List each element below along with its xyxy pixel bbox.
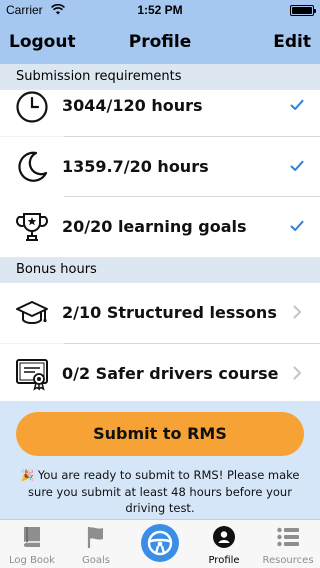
tab-label: Log Book xyxy=(9,555,55,566)
checkmark-icon xyxy=(290,99,304,110)
submission-notice: 🎉 You are ready to submit to RMS! Please… xyxy=(12,467,308,516)
checkmark-icon xyxy=(290,160,304,171)
tab-goals[interactable]: Goals xyxy=(64,520,128,568)
bonus-label: 0/2 Safer drivers course xyxy=(62,364,279,383)
section-header-requirements-overlay: Submission requirements xyxy=(0,64,320,90)
tab-bar: Log Book Goals Profile Resources xyxy=(0,519,320,568)
status-bar: Carrier 1:52 PM xyxy=(0,0,320,20)
requirement-row-learning-goals: 20/20 learning goals xyxy=(0,197,320,257)
tab-label: Profile xyxy=(208,555,240,566)
party-popper-icon: 🎉 xyxy=(20,469,35,482)
tab-drive[interactable] xyxy=(128,520,192,568)
checkmark-icon xyxy=(290,220,304,231)
tab-label: Resources xyxy=(262,555,314,566)
status-time: 1:52 PM xyxy=(137,3,183,17)
notice-text: You are ready to submit to RMS! Please m… xyxy=(28,468,300,515)
bonus-label: 2/10 Structured lessons xyxy=(62,303,277,322)
navigation-bar: Logout Profile Edit xyxy=(0,20,320,64)
moon-icon xyxy=(18,151,48,182)
clock-icon xyxy=(16,91,48,123)
tab-label: Goals xyxy=(82,555,110,566)
section-header-bonus: Bonus hours xyxy=(0,257,320,283)
chevron-right-icon xyxy=(293,366,301,380)
certificate-icon xyxy=(16,359,48,391)
requirement-row-night-hours: 1359.7/20 hours xyxy=(0,137,320,197)
page-title: Profile xyxy=(128,32,192,52)
tab-profile[interactable]: Profile xyxy=(192,520,256,568)
trophy-icon xyxy=(16,213,48,241)
requirement-label: 20/20 learning goals xyxy=(62,217,247,236)
requirement-label: 1359.7/20 hours xyxy=(62,157,209,176)
edit-button[interactable]: Edit xyxy=(273,32,311,52)
list-icon xyxy=(277,527,299,547)
book-icon xyxy=(23,527,40,547)
chevron-right-icon xyxy=(293,305,301,319)
steering-wheel-icon xyxy=(147,530,173,556)
person-icon xyxy=(213,526,235,548)
tab-resources[interactable]: Resources xyxy=(256,520,320,568)
battery-icon xyxy=(290,5,316,16)
bonus-row-safer-drivers[interactable]: 0/2 Safer drivers course xyxy=(0,344,320,401)
submission-footer: Submit to RMS 🎉 You are ready to submit … xyxy=(0,401,320,519)
tab-log-book[interactable]: Log Book xyxy=(0,520,64,568)
flag-icon xyxy=(87,527,103,548)
submit-to-rms-button[interactable]: Submit to RMS xyxy=(16,412,304,456)
bonus-row-structured-lessons[interactable]: 2/10 Structured lessons xyxy=(0,283,320,343)
graduation-cap-icon xyxy=(16,301,48,324)
